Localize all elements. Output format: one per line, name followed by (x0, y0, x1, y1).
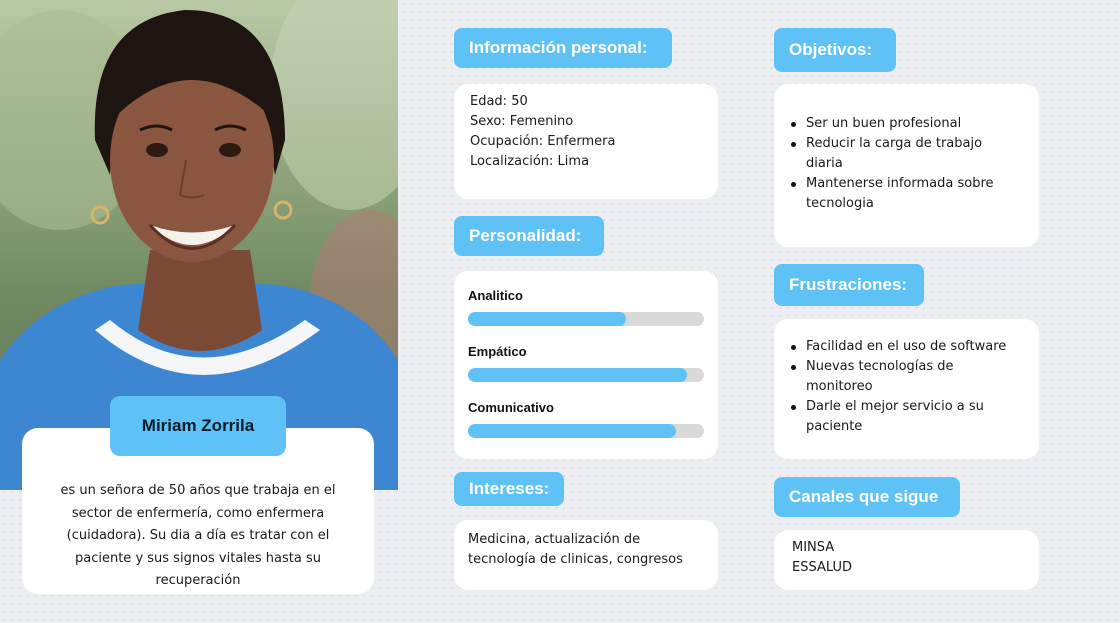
personality-card: Analitico Empático Comunicativo (454, 271, 718, 459)
trait-item: Comunicativo (468, 400, 704, 456)
personal-info-location: Localización: Lima (470, 154, 590, 169)
goals-list: Ser un buen profesional Reducir la carga… (788, 114, 1021, 214)
goal-item: Mantenerse informada sobre tecnologia (788, 174, 1021, 214)
channel-item: ESSALUD (792, 560, 852, 575)
channels-card: MINSA ESSALUD (774, 530, 1039, 590)
goals-title: Objetivos: (774, 28, 896, 72)
trait-bar-track (468, 368, 704, 382)
frustrations-title: Frustraciones: (774, 264, 924, 306)
persona-name: Miriam Zorrila (110, 396, 286, 456)
trait-bar-fill (468, 424, 676, 438)
goals-card: Ser un buen profesional Reducir la carga… (774, 84, 1039, 247)
trait-bar-track (468, 312, 704, 326)
frustration-item: Nuevas tecnologías de monitoreo (788, 357, 1021, 397)
goal-item: Reducir la carga de trabajo diaria (788, 134, 1021, 174)
channel-item: MINSA (792, 540, 835, 555)
trait-bar-fill (468, 368, 688, 382)
personal-info-sex: Sexo: Femenino (470, 114, 574, 129)
personal-info-title: Información personal: (454, 28, 672, 68)
trait-item: Empático (468, 344, 704, 400)
interests-card: Medicina, actualización de tecnología de… (454, 520, 718, 590)
interests-title: Intereses: (454, 472, 564, 506)
trait-item: Analitico (468, 288, 704, 344)
trait-label: Analitico (468, 288, 523, 303)
interests-text: Medicina, actualización de tecnología de… (468, 532, 683, 567)
frustrations-card: Facilidad en el uso de software Nuevas t… (774, 319, 1039, 459)
frustration-item: Facilidad en el uso de software (788, 337, 1021, 357)
trait-label: Empático (468, 344, 527, 359)
trait-bar-track (468, 424, 704, 438)
personal-info-card: Edad: 50 Sexo: Femenino Ocupación: Enfer… (454, 84, 718, 199)
channels-title: Canales que sigue (774, 477, 960, 517)
persona-bio-text: es un señora de 50 años que trabaja en e… (60, 483, 336, 588)
frustration-item: Darle el mejor servicio a su paciente (788, 397, 1021, 437)
frustrations-list: Facilidad en el uso de software Nuevas t… (788, 337, 1021, 437)
trait-label: Comunicativo (468, 400, 554, 415)
trait-bar-fill (468, 312, 627, 326)
personal-info-age: Edad: 50 (470, 94, 528, 109)
goal-item: Ser un buen profesional (788, 114, 1021, 134)
personal-info-occupation: Ocupación: Enfermera (470, 134, 616, 149)
personality-title: Personalidad: (454, 216, 604, 256)
